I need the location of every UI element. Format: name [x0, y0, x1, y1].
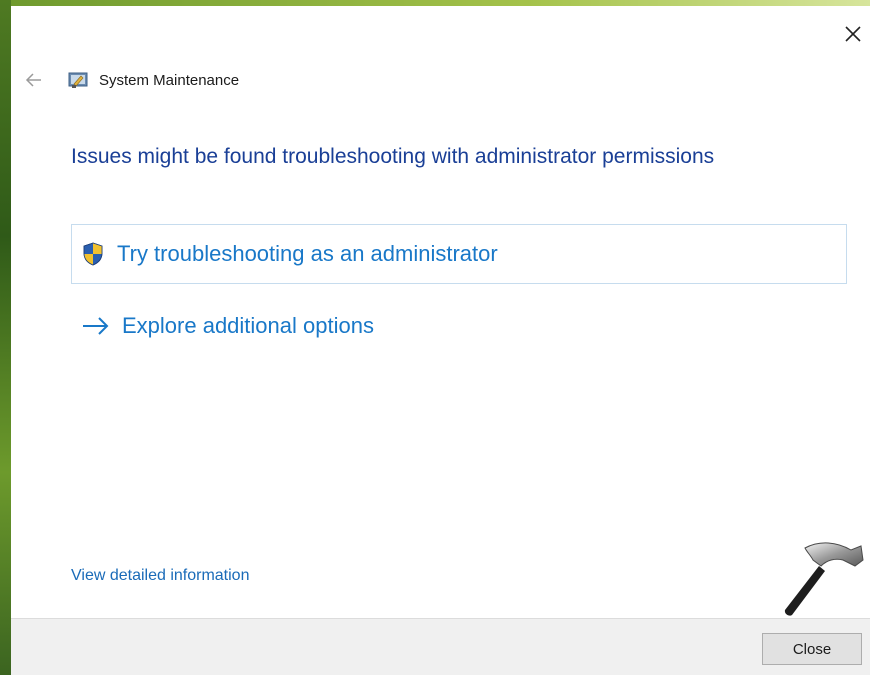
window-title: System Maintenance [99, 72, 240, 89]
hammer-icon [784, 542, 864, 616]
background-desktop-edge [0, 0, 11, 675]
footer-bar: Close [11, 618, 870, 675]
troubleshooter-window: System Maintenance Issues might be found… [11, 6, 870, 675]
explore-additional-options-label: Explore additional options [122, 313, 374, 338]
page-heading: Issues might be found troubleshooting wi… [71, 145, 715, 168]
view-detailed-information-link[interactable]: View detailed information [71, 567, 249, 585]
close-button[interactable]: Close [762, 633, 862, 665]
system-maintenance-icon [68, 72, 88, 88]
uac-shield-icon [83, 242, 103, 266]
back-arrow-icon[interactable] [24, 70, 44, 90]
close-icon[interactable] [843, 24, 863, 44]
try-as-administrator-label: Try troubleshooting as an administrator [117, 241, 498, 266]
arrow-right-icon [83, 317, 109, 335]
try-as-administrator-option[interactable]: Try troubleshooting as an administrator [71, 224, 847, 284]
explore-additional-options[interactable]: Explore additional options [71, 306, 571, 346]
